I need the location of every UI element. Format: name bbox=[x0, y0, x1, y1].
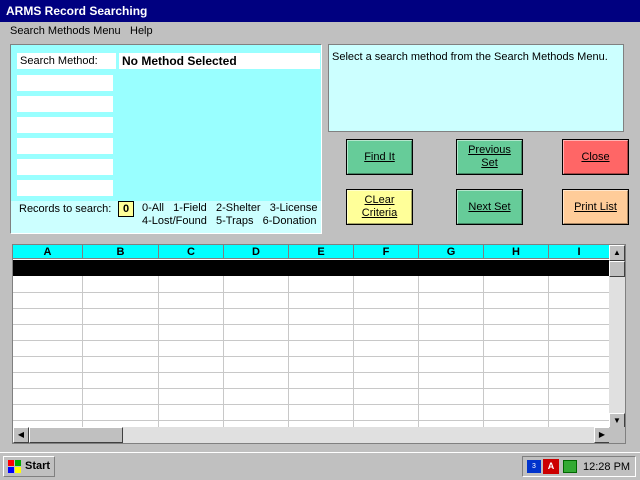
taskbar: Start 3 A 12:28 PM bbox=[0, 452, 640, 480]
status-message-box: Select a search method from the Search M… bbox=[328, 44, 624, 132]
network-tray-icon[interactable]: 3 bbox=[527, 460, 541, 473]
system-tray: 3 A 12:28 PM bbox=[522, 456, 636, 477]
column-header-b[interactable]: B bbox=[83, 245, 159, 259]
column-header-a[interactable]: A bbox=[13, 245, 83, 259]
column-header-f[interactable]: F bbox=[354, 245, 419, 259]
window-title: ARMS Record Searching bbox=[0, 0, 640, 22]
column-header-g[interactable]: G bbox=[419, 245, 484, 259]
menu-search-methods[interactable]: Search Methods Menu bbox=[10, 25, 121, 37]
results-grid[interactable]: A B C D E F G H I ▲ ▼ ◀ ▶ bbox=[12, 244, 626, 444]
criteria-field-4[interactable] bbox=[17, 138, 113, 154]
close-button[interactable]: Close bbox=[562, 139, 629, 175]
search-method-value: No Method Selected bbox=[119, 53, 320, 69]
horizontal-scrollbar[interactable]: ◀ ▶ bbox=[13, 427, 610, 443]
clear-criteria-button[interactable]: CLear Criteria bbox=[346, 189, 413, 225]
antivirus-tray-icon[interactable]: A bbox=[543, 459, 559, 474]
status-message: Select a search method from the Search M… bbox=[332, 51, 608, 63]
monitor-tray-icon[interactable] bbox=[563, 460, 577, 473]
search-criteria-panel: Search Method: No Method Selected Record… bbox=[10, 44, 322, 234]
menu-help[interactable]: Help bbox=[130, 25, 153, 37]
column-header-d[interactable]: D bbox=[224, 245, 289, 259]
criteria-field-3[interactable] bbox=[17, 117, 113, 133]
scroll-thumb-horizontal[interactable] bbox=[29, 427, 123, 443]
records-to-search-label: Records to search: bbox=[19, 203, 112, 215]
column-header-e[interactable]: E bbox=[289, 245, 354, 259]
criteria-field-1[interactable] bbox=[17, 75, 113, 91]
clock[interactable]: 12:28 PM bbox=[583, 460, 630, 474]
scroll-right-icon[interactable]: ▶ bbox=[594, 427, 610, 443]
column-header-h[interactable]: H bbox=[484, 245, 549, 259]
scroll-thumb-vertical[interactable] bbox=[609, 261, 625, 277]
find-it-button[interactable]: Find It bbox=[346, 139, 413, 175]
records-to-search-input[interactable]: 0 bbox=[118, 201, 134, 217]
records-legend-line2: 4-Lost/Found 5-Traps 6-Donation bbox=[142, 215, 317, 227]
criteria-field-5[interactable] bbox=[17, 159, 113, 175]
grid-lines bbox=[13, 276, 610, 429]
print-list-button[interactable]: Print List bbox=[562, 189, 629, 225]
criteria-field-2[interactable] bbox=[17, 96, 113, 112]
vertical-scrollbar[interactable]: ▲ ▼ bbox=[609, 245, 625, 429]
next-set-button[interactable]: Next Set bbox=[456, 189, 523, 225]
selected-row[interactable] bbox=[13, 260, 610, 276]
criteria-field-6[interactable] bbox=[17, 180, 113, 196]
scroll-left-icon[interactable]: ◀ bbox=[13, 427, 29, 443]
menu-bar: Search Methods Menu Help bbox=[0, 22, 640, 42]
column-header-c[interactable]: C bbox=[159, 245, 224, 259]
windows-logo-icon bbox=[8, 460, 21, 473]
search-method-label: Search Method: bbox=[17, 53, 116, 69]
grid-header: A B C D E F G H I bbox=[13, 245, 610, 259]
start-button[interactable]: Start bbox=[3, 456, 55, 477]
column-header-i[interactable]: I bbox=[549, 245, 610, 259]
records-legend-line1: 0-All 1-Field 2-Shelter 3-License bbox=[142, 202, 318, 214]
previous-set-button[interactable]: Previous Set bbox=[456, 139, 523, 175]
scroll-corner bbox=[609, 427, 625, 443]
scroll-up-icon[interactable]: ▲ bbox=[609, 245, 625, 261]
